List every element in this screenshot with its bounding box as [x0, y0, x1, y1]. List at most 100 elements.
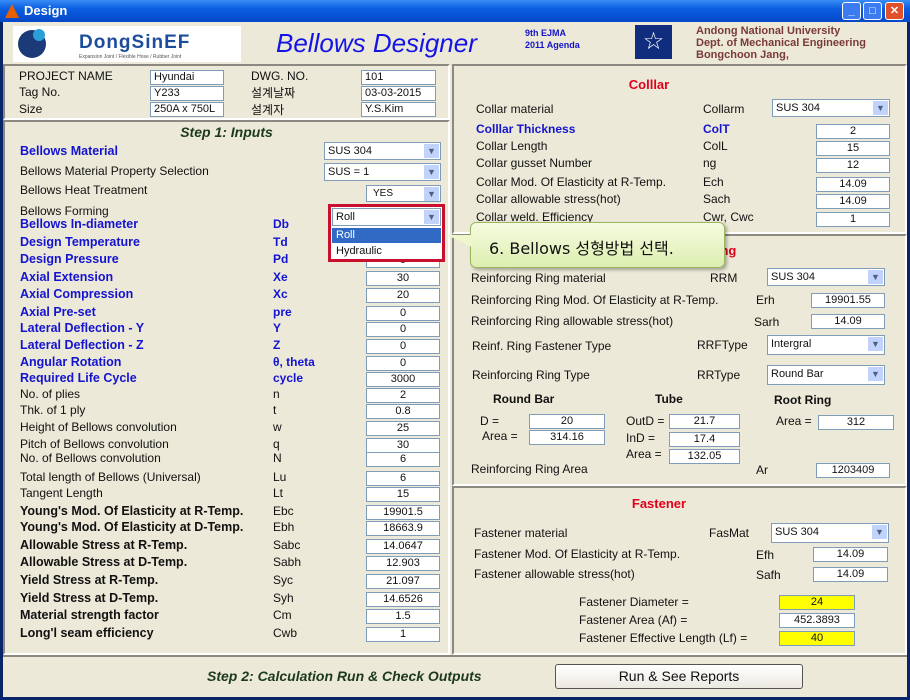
- chevron-down-icon: ▼: [424, 144, 439, 158]
- ring-type-symbol: RRType: [697, 368, 741, 382]
- ring-material-symbol: RRM: [710, 271, 738, 285]
- n-input[interactable]: 6: [366, 452, 440, 467]
- date-input[interactable]: 03-03-2015: [361, 86, 436, 101]
- dwg-label: DWG. NO.: [251, 69, 309, 83]
- cycle-input[interactable]: 3000: [366, 372, 440, 387]
- ring-material-dropdown[interactable]: SUS 304 ▼: [767, 268, 885, 286]
- dwg-input[interactable]: 101: [361, 70, 436, 85]
- fastener-stress-input[interactable]: 14.09: [813, 567, 888, 582]
- project-name-label: PROJECT NAME: [19, 69, 113, 83]
- project-name-input[interactable]: Hyundai: [150, 70, 224, 85]
- q-input[interactable]: 30: [366, 438, 440, 453]
- ebh-input[interactable]: 18663.9: [366, 521, 440, 536]
- designer-input[interactable]: Y.S.Kim: [361, 102, 436, 117]
- tag-input[interactable]: Y233: [150, 86, 224, 101]
- minimize-button[interactable]: _: [842, 2, 861, 20]
- fastener-material-dropdown[interactable]: SUS 304 ▼: [771, 523, 889, 543]
- round-bar-title: Round Bar: [493, 392, 555, 406]
- collar-cwr-cwc-input[interactable]: 1: [816, 212, 890, 227]
- chevron-down-icon: ▼: [868, 270, 883, 284]
- cm-input[interactable]: 1.5: [366, 609, 440, 624]
- fastener-title: Fastener: [631, 496, 687, 511]
- lu-input[interactable]: 6: [366, 471, 440, 486]
- bellows-material-value: SUS 304: [328, 145, 373, 157]
- collar-ech-symbol: Ech: [703, 175, 724, 189]
- ring-type-dropdown[interactable]: Round Bar ▼: [767, 365, 885, 385]
- pd-symbol: Pd: [273, 252, 289, 266]
- y-input[interactable]: 0: [366, 322, 440, 337]
- maximize-button[interactable]: □: [863, 2, 882, 20]
- sabc-input[interactable]: 14.0647: [366, 539, 440, 554]
- collar-ng-input[interactable]: 12: [816, 158, 890, 173]
- n-input[interactable]: 2: [366, 388, 440, 403]
- ring-mod-symbol: Erh: [756, 293, 775, 307]
- collar-material-dropdown[interactable]: SUS 304 ▼: [772, 99, 890, 117]
- bellows-material-label: Bellows Material: [20, 144, 118, 158]
- tube-title: Tube: [655, 392, 683, 406]
- bellows-material-dropdown[interactable]: SUS 304 ▼: [324, 142, 441, 160]
- fastener-mod-input[interactable]: 14.09: [813, 547, 888, 562]
- univ-line2: Dept. of Mechanical Engineering: [696, 37, 866, 49]
- logo-tagline: Expansion Joint / Flexible Hose / Rubber…: [79, 54, 182, 60]
- lt-label: Tangent Length: [20, 486, 103, 500]
- collar-title: Colllar: [628, 77, 670, 92]
- heat-treatment-dropdown[interactable]: YES ▼: [366, 185, 441, 202]
- w-input[interactable]: 25: [366, 421, 440, 436]
- date-label: 설계날짜: [251, 86, 296, 100]
- ring-fastener-type-dropdown[interactable]: Intergral ▼: [767, 335, 885, 355]
- ring-stress-input[interactable]: 14.09: [811, 314, 885, 329]
- fastener-diameter-input[interactable]: 24: [779, 595, 855, 610]
- step1-panel: Step 1: Inputs Bellows Material SUS 304 ▼…: [3, 120, 450, 655]
- project-info-panel: PROJECT NAME Hyundai Tag No. Y233 Size 2…: [3, 64, 450, 120]
- cycle-label: Required Life Cycle: [20, 371, 137, 385]
- syc-input[interactable]: 21.097: [366, 574, 440, 589]
- forming-option-hydraulic[interactable]: Hydraulic: [332, 244, 441, 259]
- q-symbol: q: [273, 437, 280, 451]
- tube-outd-input[interactable]: 21.7: [669, 414, 740, 429]
- lt-input[interactable]: 15: [366, 487, 440, 502]
- -theta-input[interactable]: 0: [366, 356, 440, 371]
- close-button[interactable]: ✕: [885, 2, 904, 20]
- ring-material-value: SUS 304: [771, 271, 816, 283]
- property-selection-dropdown[interactable]: SUS = 1 ▼: [324, 163, 441, 181]
- z-input[interactable]: 0: [366, 339, 440, 354]
- forming-dropdown[interactable]: Roll ▼: [332, 208, 441, 226]
- ebc-input[interactable]: 19901.5: [366, 505, 440, 520]
- ring-material-label: Reinforcing Ring material: [471, 271, 606, 285]
- xe-input[interactable]: 30: [366, 271, 440, 286]
- syh-label: Yield Stress at D-Temp.: [20, 591, 159, 605]
- fastener-mod-label: Fastener Mod. Of Elasticity at R-Temp.: [474, 547, 681, 561]
- collar-sach-input[interactable]: 14.09: [816, 194, 890, 209]
- sabh-input[interactable]: 12.903: [366, 556, 440, 571]
- pre-input[interactable]: 0: [366, 306, 440, 321]
- xe-label: Axial Extension: [20, 270, 114, 284]
- t-input[interactable]: 0.8: [366, 404, 440, 419]
- chevron-down-icon: ▼: [424, 165, 439, 179]
- step2-title: Step 2: Calculation Run & Check Outputs: [207, 668, 482, 684]
- size-input[interactable]: 250A x 750L: [150, 102, 224, 117]
- root-ring-area-input[interactable]: 312: [818, 415, 894, 430]
- forming-option-roll[interactable]: Roll: [332, 228, 441, 243]
- collar-ng-symbol: ng: [703, 156, 717, 170]
- chevron-down-icon: ▼: [872, 525, 887, 539]
- cwb-input[interactable]: 1: [366, 627, 440, 642]
- size-label: Size: [19, 102, 43, 116]
- ring-mod-input[interactable]: 19901.55: [811, 293, 885, 308]
- fastener-area-input[interactable]: 452.3893: [779, 613, 855, 628]
- xc-input[interactable]: 20: [366, 288, 440, 303]
- round-bar-area-input[interactable]: 314.16: [529, 430, 605, 445]
- ring-area-input[interactable]: 1203409: [816, 463, 890, 478]
- collar-ech-input[interactable]: 14.09: [816, 177, 890, 192]
- round-bar-d-input[interactable]: 20: [529, 414, 605, 429]
- fastener-length-input[interactable]: 40: [779, 631, 855, 646]
- collar-sach-label: Collar allowable stress(hot): [476, 192, 621, 206]
- tube-area-input[interactable]: 132.05: [669, 449, 740, 464]
- app-title: Bellows Designer: [276, 28, 477, 58]
- syh-input[interactable]: 14.6526: [366, 592, 440, 607]
- collar-coll-input[interactable]: 15: [816, 141, 890, 156]
- td-label: Design Temperature: [20, 235, 140, 249]
- title-bar: Design _ □ ✕: [0, 0, 910, 22]
- tube-ind-input[interactable]: 17.4: [669, 432, 740, 447]
- collar-colt-input[interactable]: 2: [816, 124, 890, 139]
- run-reports-button[interactable]: Run & See Reports: [555, 664, 803, 689]
